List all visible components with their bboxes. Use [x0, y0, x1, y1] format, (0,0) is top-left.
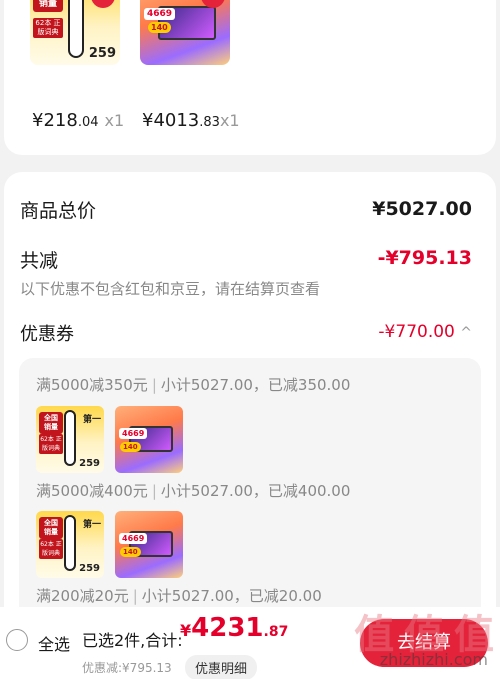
- selected-count: 已选2件,合计:: [82, 631, 183, 650]
- product-qty: x1: [219, 111, 240, 130]
- product-badge: 全国销量: [39, 517, 63, 539]
- pen-image: [64, 515, 76, 571]
- product-badge-price: 4669: [144, 8, 176, 20]
- select-all-radio[interactable]: [6, 629, 28, 651]
- coupon-rule: 满5000减400元 | 小计5027.00，已减400.00: [36, 482, 351, 500]
- reduce-note: 以下优惠不包含红包和京豆，请在结算页查看: [20, 280, 321, 298]
- coupon-label[interactable]: 优惠券: [20, 320, 74, 346]
- product-badge-price: 4669: [119, 533, 148, 544]
- pen-image: [68, 0, 84, 58]
- coupon-rule: 满5000减350元 | 小计5027.00，已减350.00: [36, 376, 351, 394]
- total-reduce-label: 共减: [20, 250, 59, 272]
- product-promo: 第一: [82, 520, 101, 530]
- coupon-product-thumb-pen: 全国 销量 62本 正版词典 第一 259: [36, 511, 104, 578]
- product-badge-dictionary: 62本 正版词典: [33, 18, 63, 38]
- total-reduce-value: -¥795.13: [377, 247, 472, 269]
- check-icon[interactable]: ✓: [91, 0, 115, 8]
- coupon-product-thumb-pen: 全国 销量 62本 正版词典 第一 259: [36, 406, 104, 473]
- price-summary-card: 商品总价 ¥5027.00 共减 -¥795.13 以下优惠不包含红包和京豆，请…: [4, 172, 496, 658]
- coupon-product-thumb-laptop: 4669 140: [115, 511, 183, 578]
- select-all-label[interactable]: 全选: [38, 631, 70, 655]
- product-badge-price: 4669: [119, 428, 148, 439]
- discount-detail-button[interactable]: 优惠明细: [185, 655, 258, 679]
- product-badge-dictionary: 62本 正版词典: [39, 539, 63, 559]
- product-thumb-laptop[interactable]: 4669 140 ✓: [140, 0, 230, 65]
- chevron-up-icon[interactable]: ^: [460, 325, 472, 341]
- product-badge-dictionary: 62本 正版词典: [39, 434, 63, 454]
- product-badge-sub: 140: [120, 547, 141, 557]
- product-badge: 全国销量: [39, 412, 63, 434]
- product-qty: x1: [104, 111, 125, 130]
- product-price-laptop: ¥4013.83x1: [142, 110, 240, 131]
- product-badge-sub: 140: [120, 442, 141, 452]
- goods-total-value: ¥5027.00: [372, 198, 472, 220]
- total-price: ¥4231.87: [180, 613, 289, 643]
- coupon-rule: 满200减20元 | 小计5027.00，已减20.00: [36, 587, 322, 605]
- watermark-url: zhizhizhi.com: [379, 650, 488, 669]
- discount-summary: 优惠减:¥795.13: [82, 661, 172, 675]
- coupon-product-thumb-laptop: 4669 140: [115, 406, 183, 473]
- product-price-pen: ¥218.04 x1: [32, 110, 125, 131]
- product-badge: 全国销量: [33, 0, 63, 12]
- product-tag-price: 259: [79, 563, 100, 574]
- product-promo: 第一: [82, 415, 101, 425]
- pen-image: [64, 410, 76, 466]
- product-thumb-pen[interactable]: 全国销量 62本 正版词典 第一 259 ✓: [30, 0, 120, 65]
- product-badge-sub: 140: [148, 22, 171, 33]
- selected-products-card: 全国销量 62本 正版词典 第一 259 ✓ 4669 140 ✓ ¥218.0…: [4, 0, 496, 155]
- coupon-value[interactable]: -¥770.00 ^: [378, 322, 472, 342]
- goods-total-label: 商品总价: [20, 200, 97, 222]
- product-tag-price: 259: [79, 458, 100, 469]
- product-tag-price: 259: [88, 46, 116, 61]
